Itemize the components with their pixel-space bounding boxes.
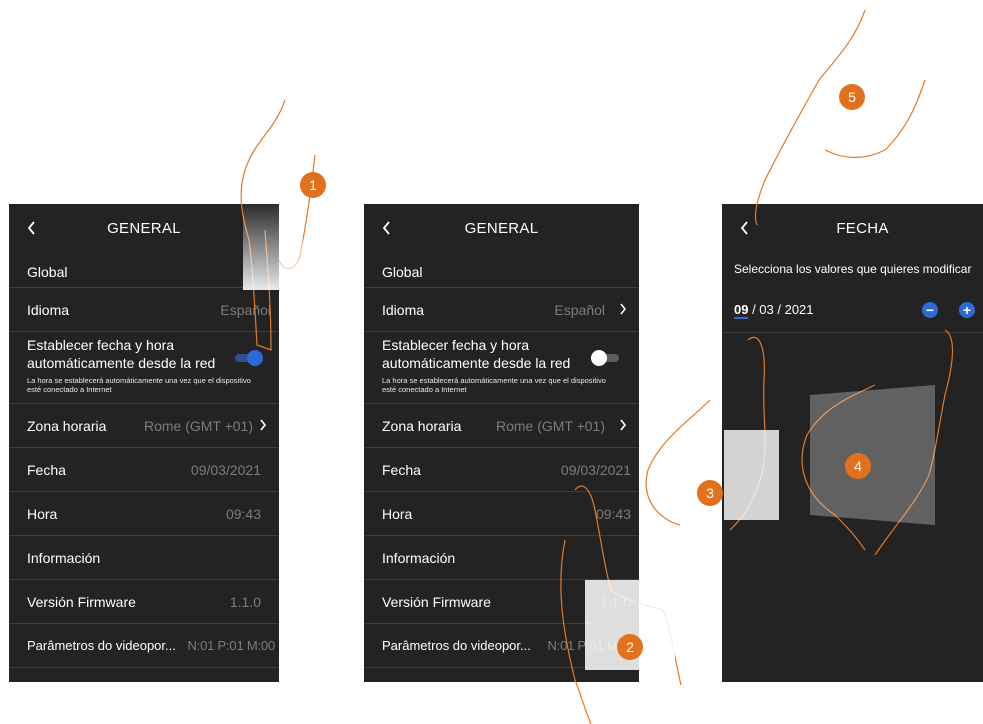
firmware-label: Versión Firmware xyxy=(27,594,136,610)
step-marker-2: 2 xyxy=(617,634,643,660)
firmware-value: 1.1.0 xyxy=(229,594,261,610)
firmware-label: Versión Firmware xyxy=(382,594,491,610)
timezone-label: Zona horaria xyxy=(27,418,107,434)
step-marker-5: 5 xyxy=(839,84,865,110)
params-label: Parâmetros do videopor... xyxy=(27,638,176,653)
language-value: Español xyxy=(554,302,605,318)
chevron-right-icon xyxy=(259,418,267,434)
minus-icon: − xyxy=(925,302,935,318)
auto-datetime-note: La hora se establecerá automáticamente u… xyxy=(382,376,606,394)
step-marker-1: 1 xyxy=(300,172,326,198)
instruction-text: Selecciona los valores que quieres modif… xyxy=(734,262,972,276)
section-info: Información xyxy=(9,536,279,580)
section-global: Global xyxy=(364,256,639,288)
time-label: Hora xyxy=(382,506,413,522)
timezone-value: Rome (GMT +01) xyxy=(495,418,605,434)
language-row[interactable]: Idioma Español xyxy=(364,288,639,332)
auto-datetime-label: Establecer fecha y hora automáticamente … xyxy=(382,337,571,371)
date-label: Fecha xyxy=(27,462,66,478)
time-row[interactable]: Hora 09:43 xyxy=(9,492,279,536)
auto-datetime-label: Establecer fecha y hora automáticamente … xyxy=(27,337,216,371)
chevron-right-icon xyxy=(619,302,627,318)
timezone-row[interactable]: Zona horaria Rome (GMT +01) xyxy=(9,404,279,448)
date-value: 09/03/2021 xyxy=(560,462,631,478)
time-value: 09:43 xyxy=(225,506,261,522)
toggle-knob xyxy=(591,350,607,366)
chevron-right-icon xyxy=(619,418,627,434)
date-label: Fecha xyxy=(382,462,421,478)
header: GENERAL xyxy=(364,204,639,256)
step-marker-3: 3 xyxy=(697,480,723,506)
month-year-fields[interactable]: / 03 / 2021 xyxy=(748,302,813,317)
timezone-label: Zona horaria xyxy=(382,418,462,434)
auto-datetime-toggle[interactable] xyxy=(591,350,619,366)
date-editor-value: 09 / 03 / 2021 xyxy=(734,302,814,319)
day-field[interactable]: 09 xyxy=(734,302,749,319)
page-title: GENERAL xyxy=(464,220,539,237)
params-label: Parâmetros do videopor... xyxy=(382,638,531,653)
date-row[interactable]: Fecha 09/03/2021 xyxy=(9,448,279,492)
auto-datetime-note: La hora se establecerá automáticamente u… xyxy=(27,376,251,394)
language-label: Idioma xyxy=(382,302,425,318)
time-label: Hora xyxy=(27,506,58,522)
timezone-value: Rome (GMT +01) xyxy=(143,418,253,434)
step-marker-4: 4 xyxy=(845,453,871,479)
pointing-hand-4-icon xyxy=(801,329,954,555)
decrement-button[interactable]: − xyxy=(922,302,938,318)
pointing-hand-5-icon xyxy=(754,10,926,226)
params-value: N:01 P:01 M:00 xyxy=(187,638,275,653)
language-label: Idioma xyxy=(27,302,70,318)
increment-button[interactable]: + xyxy=(959,302,975,318)
firmware-row: Versión Firmware 1.1.0 xyxy=(9,580,279,624)
auto-datetime-row: Establecer fecha y hora automáticamente … xyxy=(364,332,639,404)
params-row: Parâmetros do videopor... N:01 P:01 M:00 xyxy=(9,624,279,668)
timezone-row[interactable]: Zona horaria Rome (GMT +01) xyxy=(364,404,639,448)
pointing-hand-1-icon xyxy=(240,100,316,351)
date-value: 09/03/2021 xyxy=(190,462,261,478)
plus-icon: + xyxy=(962,302,972,318)
